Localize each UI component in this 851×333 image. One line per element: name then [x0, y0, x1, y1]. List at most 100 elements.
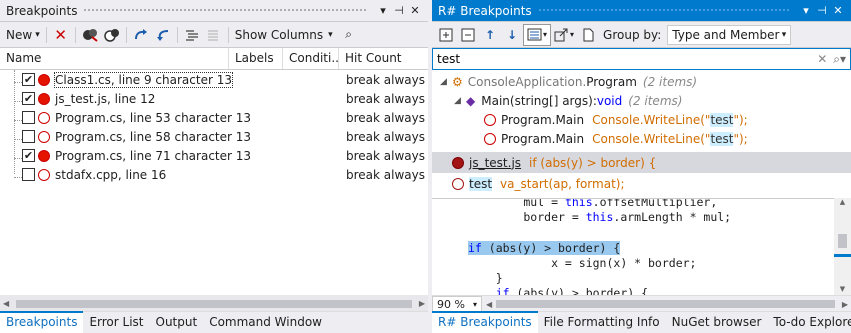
search-options-icon[interactable]: ⌕▾: [833, 52, 846, 67]
column-labels[interactable]: Labels: [229, 48, 283, 69]
preview-toggle-icon[interactable]: ▾: [523, 23, 552, 46]
collapse-arrow-icon[interactable]: ◢: [454, 96, 466, 106]
scroll-right-icon[interactable]: ▶: [839, 300, 851, 309]
enable-checkbox[interactable]: [22, 168, 35, 181]
tab-breakpoints[interactable]: Breakpoints: [0, 311, 84, 333]
breakpoint-disabled-icon[interactable]: [38, 130, 50, 143]
close-icon[interactable]: ✕: [831, 4, 845, 17]
go-to-disassembly-icon[interactable]: [203, 24, 225, 46]
group-by-label: Group by:: [603, 27, 662, 42]
window-menu-icon[interactable]: ▾: [799, 4, 813, 17]
column-name[interactable]: Name: [0, 48, 229, 69]
scroll-down-icon[interactable]: ▼: [834, 285, 851, 293]
code-text: mul =: [468, 198, 565, 209]
separator: [74, 26, 76, 43]
breakpoint-row[interactable]: stdafx.cpp, line 16 break always: [0, 165, 428, 184]
search-icon[interactable]: ⌕: [338, 24, 360, 46]
item-code: va_start(ap, format);: [500, 176, 625, 191]
column-hit-count[interactable]: Hit Count: [339, 48, 428, 69]
breakpoint-disabled-icon[interactable]: [452, 177, 464, 190]
breakpoint-row[interactable]: Program.cs, line 58 character 13 break al…: [0, 127, 428, 146]
column-condition[interactable]: Conditi...: [283, 48, 339, 69]
scroll-thumb[interactable]: [496, 300, 835, 308]
pin-icon[interactable]: ⊣: [815, 4, 829, 17]
breakpoint-name: Class1.cs, line 9 character 13: [54, 71, 233, 88]
tree-method-node[interactable]: ◢ ◆ Main(string[] args): void (2 items): [432, 91, 851, 110]
delete-all-icon[interactable]: [79, 24, 101, 46]
enable-checkbox[interactable]: ✔: [22, 149, 35, 162]
breakpoint-row[interactable]: ✔ Class1.cs, line 9 character 13 break alw…: [0, 70, 428, 89]
code-keyword: this: [564, 198, 593, 209]
tree-class-node[interactable]: ◢ ⚙ ConsoleApplication. Program (2 items): [432, 72, 851, 91]
scroll-thumb[interactable]: [838, 234, 847, 248]
enable-checkbox[interactable]: ✔: [22, 92, 35, 105]
tab-output[interactable]: Output: [150, 313, 204, 333]
breakpoint-enabled-icon[interactable]: [38, 73, 50, 86]
scroll-up-icon[interactable]: ▲: [834, 198, 851, 206]
tab-nuget-browser[interactable]: NuGet browser: [666, 313, 768, 333]
close-icon[interactable]: ✕: [408, 4, 422, 17]
hit-count: break always: [346, 72, 425, 87]
breakpoint-enabled-icon[interactable]: [452, 156, 464, 169]
import-icon[interactable]: [152, 24, 174, 46]
show-columns-button[interactable]: Show Columns ▾: [232, 24, 336, 46]
tree-breakpoint-item-selected[interactable]: js_test.js if (abs(y) > border) {: [432, 152, 851, 173]
zoom-select[interactable]: 90 % ▾: [432, 296, 482, 312]
code-preview[interactable]: mul = this.offsetMultiplier, border = th…: [432, 198, 851, 295]
enable-checkbox[interactable]: [22, 111, 35, 124]
clear-search-icon[interactable]: ✕: [817, 52, 827, 66]
tree-breakpoint-item[interactable]: Program.Main Console.WriteLine(" test ");: [432, 110, 851, 129]
code-line: x = sign(x) * border;: [432, 256, 851, 271]
tree-connector: [14, 176, 22, 178]
toggle-all-icon[interactable]: [101, 24, 123, 46]
breakpoint-disabled-icon[interactable]: [484, 132, 496, 145]
breakpoint-enabled-icon[interactable]: [38, 149, 50, 162]
document-icon[interactable]: [577, 24, 599, 46]
scroll-left-icon[interactable]: ◀: [0, 299, 12, 308]
collapse-all-icon[interactable]: [457, 24, 479, 46]
export-icon[interactable]: ▾: [551, 24, 577, 46]
breakpoint-enabled-icon[interactable]: [38, 92, 50, 105]
chevron-down-icon: ▾: [35, 29, 40, 40]
enable-checkbox[interactable]: ✔: [22, 73, 35, 86]
go-to-source-icon[interactable]: [181, 24, 203, 46]
scroll-left-icon[interactable]: ◀: [482, 300, 496, 309]
namespace-text: ConsoleApplication.: [467, 74, 587, 89]
arrow-up-icon[interactable]: ↑: [479, 24, 501, 46]
group-by-select[interactable]: Type and Member ▾: [667, 24, 792, 45]
collapse-arrow-icon[interactable]: ◢: [440, 77, 452, 87]
tab-todo-explorer[interactable]: To-do Explorer: [767, 313, 851, 333]
export-icon[interactable]: [130, 24, 152, 46]
breakpoint-row[interactable]: Program.cs, line 53 character 13 break al…: [0, 108, 428, 127]
breakpoint-name: stdafx.cpp, line 16: [55, 167, 167, 182]
breakpoint-row[interactable]: ✔ Program.cs, line 71 character 13 break a…: [0, 146, 428, 165]
tab-rsharp-breakpoints[interactable]: R# Breakpoints: [432, 311, 538, 333]
item-match: test: [710, 112, 734, 127]
code-vertical-scrollbar[interactable]: ▲ ▼: [834, 198, 851, 295]
bottom-tabs: Breakpoints Error List Output Command Wi…: [0, 311, 428, 333]
tree-breakpoint-item[interactable]: test va_start(ap, format);: [432, 173, 851, 194]
breakpoint-disabled-icon[interactable]: [38, 168, 50, 181]
title-grip[interactable]: [83, 8, 368, 13]
search-input[interactable]: [437, 52, 812, 66]
window-menu-icon[interactable]: ▾: [376, 4, 390, 17]
tab-error-list[interactable]: Error List: [83, 313, 149, 333]
pin-icon[interactable]: ⊣: [392, 4, 406, 17]
tab-file-formatting-info[interactable]: File Formatting Info: [538, 313, 666, 333]
enable-checkbox[interactable]: [22, 130, 35, 143]
new-button[interactable]: New ▾: [3, 24, 43, 46]
arrow-down-icon[interactable]: ↓: [501, 24, 523, 46]
horizontal-scrollbar[interactable]: ◀ ▶: [0, 295, 428, 312]
highlighted-statement: if (abs(y) > border) {: [468, 240, 621, 255]
breakpoint-disabled-icon[interactable]: [38, 111, 50, 124]
title-grip[interactable]: [537, 8, 791, 13]
scroll-thumb[interactable]: [16, 299, 412, 308]
tree-breakpoint-item[interactable]: Program.Main Console.WriteLine(" test ");: [432, 129, 851, 148]
breakpoint-disabled-icon[interactable]: [484, 113, 496, 126]
tab-command-window[interactable]: Command Window: [203, 313, 328, 333]
expand-all-icon[interactable]: [435, 24, 457, 46]
code-text: x = sign(x) * border;: [468, 255, 697, 270]
breakpoint-row[interactable]: ✔ js_test.js, line 12 break always: [0, 89, 428, 108]
scroll-right-icon[interactable]: ▶: [416, 299, 428, 308]
delete-icon[interactable]: ✕: [50, 24, 72, 46]
